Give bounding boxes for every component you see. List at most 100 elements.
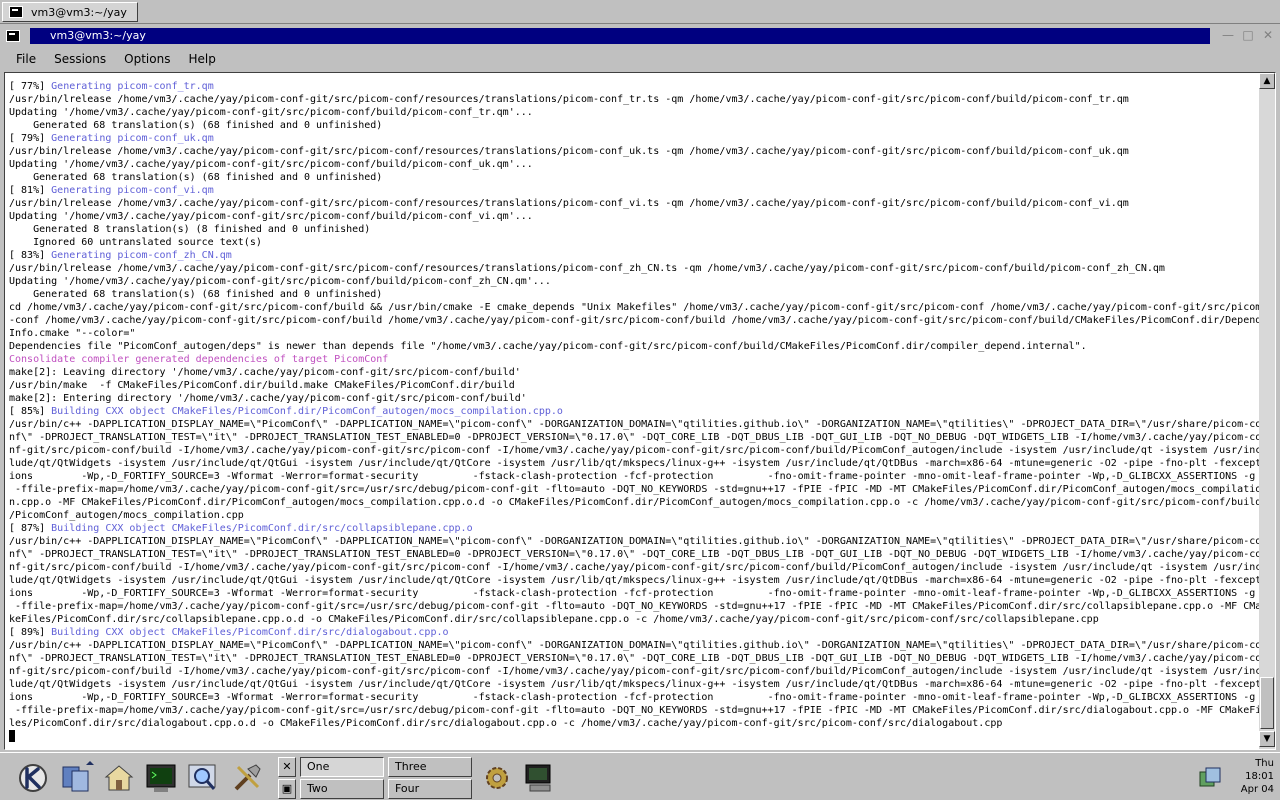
- terminal-line-text: [ 87%]: [9, 523, 52, 534]
- window-title: vm3@vm3:~/yay: [50, 29, 146, 42]
- terminal-line: Updating '/home/vm3/.cache/yay/picom-con…: [9, 210, 1259, 223]
- terminal-line: Info.cmake "--color=": [9, 327, 1259, 340]
- terminal-line-text: /usr/bin/c++ -DAPPLICATION_DISPLAY_NAME=…: [9, 419, 1259, 430]
- terminal-line-text: nf-git/src/picom-conf/build -I/home/vm3/…: [9, 562, 1259, 573]
- menu-options[interactable]: Options: [120, 52, 174, 66]
- terminal-line-highlight: Building CXX object CMakeFiles/PicomConf…: [51, 406, 563, 417]
- home-folder-icon[interactable]: [102, 761, 136, 795]
- terminal-line-text: /usr/bin/c++ -DAPPLICATION_DISPLAY_NAME=…: [9, 536, 1259, 547]
- terminal-line-highlight: Generating picom-conf_tr.qm: [51, 81, 214, 92]
- terminal-icon[interactable]: [144, 761, 178, 795]
- clock-day: Thu: [1255, 758, 1274, 769]
- window-tab[interactable]: vm3@vm3:~/yay: [2, 2, 138, 22]
- terminal-line-text: nf\" -DPROJECT_TRANSLATION_TEST=\"it\" -…: [9, 432, 1259, 443]
- menu-file[interactable]: File: [12, 52, 40, 66]
- terminal-line: -ffile-prefix-map=/home/vm3/.cache/yay/p…: [9, 600, 1259, 613]
- terminal-line-text: /usr/bin/c++ -DAPPLICATION_DISPLAY_NAME=…: [9, 640, 1259, 651]
- terminal-line-highlight: Generating picom-conf_vi.qm: [51, 185, 214, 196]
- terminal-line: /usr/bin/make -f CMakeFiles/PicomConf.di…: [9, 379, 1259, 392]
- desktop-four-button[interactable]: Four: [388, 779, 472, 799]
- terminal-line: ions -Wp,-D_FORTIFY_SOURCE=3 -Wformat -W…: [9, 587, 1259, 600]
- terminal-line: -ffile-prefix-map=/home/vm3/.cache/yay/p…: [9, 704, 1259, 717]
- network-tray-icon[interactable]: [1198, 766, 1222, 790]
- window-menu-icon[interactable]: [6, 30, 20, 42]
- terminal-line: Generated 68 translation(s) (68 finished…: [9, 288, 1259, 301]
- terminal-line-text: [ 85%]: [9, 406, 52, 417]
- terminal-prompt-line: [9, 730, 1259, 743]
- scrollbar-thumb[interactable]: [1260, 677, 1274, 729]
- terminal-line-text: keFiles/PicomConf.dir/src/collapsiblepan…: [9, 614, 1099, 625]
- terminal-line: /usr/bin/lrelease /home/vm3/.cache/yay/p…: [9, 93, 1259, 106]
- terminal-line: [ 83%] Generating picom-conf_zh_CN.qm: [9, 249, 1259, 262]
- terminal-line: Updating '/home/vm3/.cache/yay/picom-con…: [9, 275, 1259, 288]
- panel-clock[interactable]: Thu 18:01 Apr 04: [1226, 757, 1276, 799]
- terminal-line: n.cpp.o -MF CMakeFiles/PicomConf.dir/Pic…: [9, 496, 1259, 509]
- terminal-line: nf-git/src/picom-conf/build -I/home/vm3/…: [9, 444, 1259, 457]
- maximize-button[interactable]: □: [1240, 28, 1256, 44]
- magnifier-browser-icon[interactable]: [186, 761, 220, 795]
- terminal-line: lude/qt/QtWidgets -isystem /usr/include/…: [9, 457, 1259, 470]
- terminal-line: Generated 8 translation(s) (8 finished a…: [9, 223, 1259, 236]
- window-tab-label: vm3@vm3:~/yay: [31, 5, 127, 19]
- terminal-line: nf\" -DPROJECT_TRANSLATION_TEST=\"it\" -…: [9, 548, 1259, 561]
- terminal-line: lude/qt/QtWidgets -isystem /usr/include/…: [9, 574, 1259, 587]
- window-list-icon[interactable]: [60, 761, 94, 795]
- top-taskbar: vm3@vm3:~/yay: [0, 0, 1280, 24]
- minimize-button[interactable]: —: [1220, 28, 1236, 44]
- terminal-line: /PicomConf_autogen/mocs_compilation.cpp: [9, 509, 1259, 522]
- terminal-line: Ignored 60 untranslated source text(s): [9, 236, 1259, 249]
- clock-time: 18:01: [1245, 771, 1274, 782]
- desktop-two-button[interactable]: Two: [300, 779, 384, 799]
- terminal-line: Dependencies file "PicomConf_autogen/dep…: [9, 340, 1259, 353]
- terminal-line: nf-git/src/picom-conf/build -I/home/vm3/…: [9, 561, 1259, 574]
- clock-date: Apr 04: [1240, 784, 1274, 795]
- close-button[interactable]: ✕: [1260, 28, 1276, 44]
- gear-icon[interactable]: [480, 761, 514, 795]
- terminal-line: -conf /home/vm3/.cache/yay/picom-conf-gi…: [9, 314, 1259, 327]
- terminal-line: Consolidate compiler generated dependenc…: [9, 353, 1259, 366]
- terminal-line-text: nf-git/src/picom-conf/build -I/home/vm3/…: [9, 666, 1259, 677]
- terminal-line: nf\" -DPROJECT_TRANSLATION_TEST=\"it\" -…: [9, 431, 1259, 444]
- terminal-line-text: Generated 8 translation(s) (8 finished a…: [9, 224, 371, 235]
- terminal-line: [ 77%] Generating picom-conf_tr.qm: [9, 80, 1259, 93]
- terminal-line-text: /usr/bin/lrelease /home/vm3/.cache/yay/p…: [9, 198, 1129, 209]
- terminal-line-text: nf\" -DPROJECT_TRANSLATION_TEST=\"it\" -…: [9, 549, 1259, 560]
- terminal-line: [ 81%] Generating picom-conf_vi.qm: [9, 184, 1259, 197]
- terminal-output[interactable]: [ 77%] Generating picom-conf_tr.qm/usr/b…: [7, 73, 1259, 749]
- terminal-line-text: make[2]: Entering directory '/home/vm3/.…: [9, 393, 527, 404]
- terminal-line-text: Dependencies file "PicomConf_autogen/dep…: [9, 341, 1087, 352]
- menu-sessions[interactable]: Sessions: [50, 52, 110, 66]
- terminal-line-text: lude/qt/QtWidgets -isystem /usr/include/…: [9, 458, 1259, 469]
- desktop-three-button[interactable]: Three: [388, 757, 472, 777]
- terminal-line-highlight: Generating picom-conf_uk.qm: [51, 133, 214, 144]
- terminal-line: Generated 68 translation(s) (68 finished…: [9, 119, 1259, 132]
- terminal-line-text: Generated 68 translation(s) (68 finished…: [9, 172, 383, 183]
- terminal-line-text: ions -Wp,-D_FORTIFY_SOURCE=3 -Wformat -W…: [9, 471, 1256, 482]
- kde-k-icon[interactable]: [16, 761, 50, 795]
- konsole-icon[interactable]: [522, 761, 556, 795]
- terminal-line: nf-git/src/picom-conf/build -I/home/vm3/…: [9, 665, 1259, 678]
- terminal-line: /usr/bin/c++ -DAPPLICATION_DISPLAY_NAME=…: [9, 535, 1259, 548]
- panel-close-icon[interactable]: ✕: [278, 757, 296, 777]
- desktop-one-button[interactable]: One: [300, 757, 384, 777]
- terminal-line: make[2]: Entering directory '/home/vm3/.…: [9, 392, 1259, 405]
- panel-lock-icon[interactable]: ▣: [278, 779, 296, 799]
- vertical-scrollbar[interactable]: ▲ ▼: [1259, 73, 1275, 749]
- terminal-line-text: ions -Wp,-D_FORTIFY_SOURCE=3 -Wformat -W…: [9, 692, 1256, 703]
- text-cursor: [9, 730, 15, 742]
- terminal-line: make[2]: Leaving directory '/home/vm3/.c…: [9, 366, 1259, 379]
- terminal-line: -ffile-prefix-map=/home/vm3/.cache/yay/p…: [9, 483, 1259, 496]
- terminal-line-text: cd /home/vm3/.cache/yay/picom-conf-git/s…: [9, 302, 1259, 313]
- tools-icon[interactable]: [230, 761, 264, 795]
- terminal-line: /usr/bin/c++ -DAPPLICATION_DISPLAY_NAME=…: [9, 418, 1259, 431]
- terminal-line-text: lude/qt/QtWidgets -isystem /usr/include/…: [9, 679, 1259, 690]
- scroll-down-button[interactable]: ▼: [1259, 731, 1275, 747]
- terminal-line: [ 79%] Generating picom-conf_uk.qm: [9, 132, 1259, 145]
- scroll-up-button[interactable]: ▲: [1259, 73, 1275, 89]
- menu-help[interactable]: Help: [184, 52, 219, 66]
- terminal-line-text: ions -Wp,-D_FORTIFY_SOURCE=3 -Wformat -W…: [9, 588, 1256, 599]
- terminal-line: lude/qt/QtWidgets -isystem /usr/include/…: [9, 678, 1259, 691]
- terminal-line-text: Updating '/home/vm3/.cache/yay/picom-con…: [9, 211, 533, 222]
- terminal-line-highlight: Consolidate compiler generated dependenc…: [9, 354, 389, 365]
- title-bar[interactable]: vm3@vm3:~/yay — □ ✕: [0, 26, 1280, 46]
